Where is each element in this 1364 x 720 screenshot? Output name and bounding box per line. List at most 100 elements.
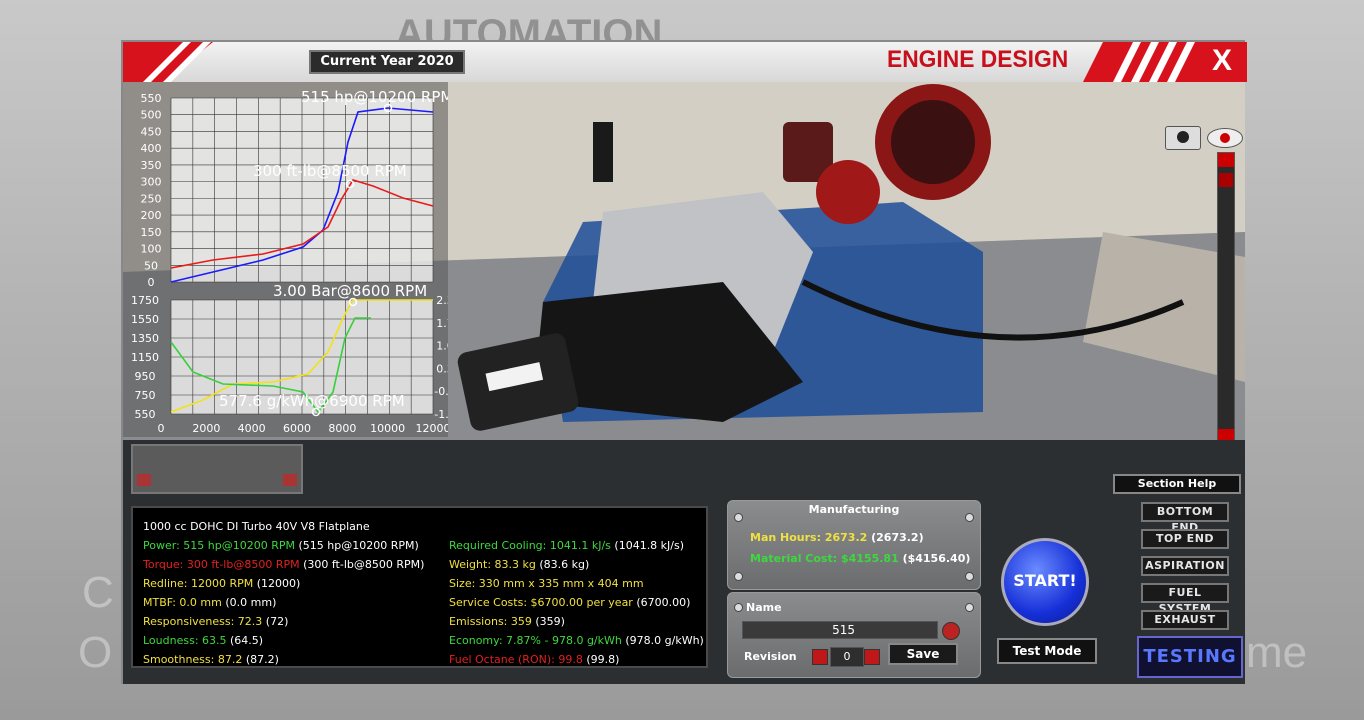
y-tick-label: 250 — [141, 192, 162, 205]
manufacturing-title: Manufacturing — [808, 503, 900, 516]
rivet — [734, 603, 743, 612]
close-button[interactable]: X — [1207, 45, 1237, 77]
revision-label: Revision — [744, 650, 797, 663]
stat-value: Weight: 83.3 kg — [449, 558, 536, 571]
stat-row: Loudness: 63.5 (64.5) — [143, 634, 263, 647]
save-button[interactable]: Save — [888, 643, 958, 665]
section-button[interactable]: FUEL SYSTEM — [1141, 583, 1229, 615]
y-tick-label-left: 1750 — [131, 294, 159, 307]
graph-annotation-economy: 577.6 g/kWh@6900 RPM — [219, 392, 405, 410]
camera-icon[interactable] — [1165, 126, 1201, 150]
stat-value: Responsiveness: 72.3 — [143, 615, 263, 628]
y-tick-label: 150 — [141, 226, 162, 239]
name-panel: Name 515 Revision 0 Save — [727, 592, 981, 678]
eye-icon[interactable] — [1207, 128, 1243, 148]
y-tick-label-left: 750 — [135, 389, 156, 402]
y-tick-label: 300 — [141, 176, 162, 189]
stat-value: Size: 330 mm x 335 mm x 404 mm — [449, 577, 644, 590]
stat-extra: (83.6 kg) — [535, 558, 590, 571]
background-text: O — [78, 628, 113, 677]
x-tick-label: 10000 — [370, 422, 405, 435]
stat-row: Weight: 83.3 kg (83.6 kg) — [449, 558, 589, 571]
stat-row: Economy: 7.87% - 978.0 g/kWh (978.0 g/kW… — [449, 634, 704, 647]
part-selector-right-icon[interactable] — [283, 474, 297, 486]
x-tick-label: 4000 — [238, 422, 266, 435]
start-label: START! — [1013, 571, 1077, 590]
stat-extra: (99.8) — [582, 653, 620, 666]
material-cost-extra: ($4156.40) — [898, 552, 971, 565]
rivet — [965, 572, 974, 581]
start-button[interactable]: START! — [1001, 538, 1089, 626]
name-label: Name — [746, 601, 782, 614]
stat-extra: (12000) — [253, 577, 301, 590]
graph-annotation-torque: 300 ft-lb@8500 RPM — [253, 162, 407, 180]
stat-row: Torque: 300 ft-lb@8500 RPM (300 ft-lb@85… — [143, 558, 424, 571]
x-tick-label: 8000 — [328, 422, 356, 435]
x-tick-label: 6000 — [283, 422, 311, 435]
stat-value: Required Cooling: 1041.1 kJ/s — [449, 539, 611, 552]
name-input[interactable]: 515 — [742, 621, 938, 639]
stat-value: Emissions: 359 — [449, 615, 532, 628]
stat-row: Smoothness: 87.2 (87.2) — [143, 653, 279, 666]
part-selector[interactable] — [131, 444, 303, 494]
y-tick-label: 50 — [144, 259, 158, 272]
stat-extra: (515 hp@10200 RPM) — [294, 539, 419, 552]
y-tick-label-right: 2.3 — [436, 294, 448, 307]
current-year-label: Current Year 2020 — [309, 50, 465, 74]
scroll-down-icon[interactable] — [1218, 429, 1234, 440]
stat-row: Responsiveness: 72.3 (72) — [143, 615, 288, 628]
section-button[interactable]: BOTTOM END — [1141, 502, 1229, 534]
section-button[interactable]: EXHAUST — [1141, 610, 1229, 630]
y-tick-label: 450 — [141, 125, 162, 138]
stat-extra: (6700.00) — [632, 596, 691, 609]
title-stripe-left — [123, 42, 213, 82]
graph-annotation-boost: 3.00 Bar@8600 RPM — [273, 282, 427, 300]
revision-plus-button[interactable] — [864, 649, 880, 665]
revision-minus-button[interactable] — [812, 649, 828, 665]
scroll-up-icon[interactable] — [1218, 153, 1234, 167]
y-tick-label: 100 — [141, 243, 162, 256]
stat-value: MTBF: 0.0 mm — [143, 596, 222, 609]
stat-value: Economy: 7.87% - 978.0 g/kWh — [449, 634, 622, 647]
stat-row: Size: 330 mm x 335 mm x 404 mm — [449, 577, 644, 590]
stat-extra: (0.0 mm) — [221, 596, 277, 609]
part-selector-left-icon[interactable] — [137, 474, 151, 486]
stat-row: Fuel Octane (RON): 99.8 (99.8) — [449, 653, 619, 666]
section-help-button[interactable]: Section Help — [1113, 474, 1241, 494]
background-text: C — [82, 568, 114, 617]
stat-value: Power: 515 hp@10200 RPM — [143, 539, 295, 552]
zoom-scrollbar[interactable] — [1217, 152, 1235, 440]
x-tick-label: 0 — [158, 422, 165, 435]
stat-extra: (978.0 g/kWh) — [621, 634, 704, 647]
section-button[interactable]: TOP END — [1141, 529, 1229, 549]
engine-stats-panel: 1000 cc DOHC DI Turbo 40V V8 Flatplane P… — [131, 506, 708, 668]
y-tick-label-right: 0.3 — [436, 362, 448, 375]
revision-value: 0 — [830, 647, 864, 667]
engine-design-window: Current Year 2020 ENGINE DESIGN X 550 50… — [121, 40, 1247, 684]
y-tick-label-right: 1.7 — [436, 317, 448, 330]
y-tick-label-left: 1550 — [131, 313, 159, 326]
y-tick-label-left: 550 — [135, 408, 156, 421]
manufacturing-panel: Manufacturing Man Hours: 2673.2 (2673.2)… — [727, 500, 981, 590]
test-mode-button[interactable]: Test Mode — [997, 638, 1097, 664]
y-tick-label: 400 — [141, 142, 162, 155]
x-tick-label: 2000 — [192, 422, 220, 435]
stat-extra: (72) — [262, 615, 289, 628]
scroll-thumb[interactable] — [1219, 173, 1233, 187]
y-tick-label-right: -1.0 — [434, 408, 448, 421]
y-tick-label: 500 — [141, 109, 162, 122]
section-button[interactable]: ASPIRATION — [1141, 556, 1229, 576]
randomize-name-icon[interactable] — [942, 622, 960, 640]
engine-curves-graph: 550 500 450 400 350 300 250 200 150 100 50 0 1750 155… — [123, 82, 456, 437]
stat-value: Torque: 300 ft-lb@8500 RPM — [143, 558, 300, 571]
stat-row: Redline: 12000 RPM (12000) — [143, 577, 300, 590]
bottom-panel: Section Help 1000 cc DOHC DI Turbo 40V V… — [123, 440, 1245, 684]
y-tick-label: 550 — [141, 92, 162, 105]
y-tick-label-right: -0.3 — [434, 385, 448, 398]
y-tick-label-left: 1150 — [131, 351, 159, 364]
testing-tab[interactable]: TESTING — [1137, 636, 1243, 678]
engine-name: 1000 cc DOHC DI Turbo 40V V8 Flatplane — [143, 520, 370, 533]
stat-extra: (300 ft-lb@8500 RPM) — [299, 558, 425, 571]
material-cost-value: Material Cost: $4155.81 — [750, 552, 899, 565]
title-bar: Current Year 2020 ENGINE DESIGN X — [123, 42, 1247, 82]
